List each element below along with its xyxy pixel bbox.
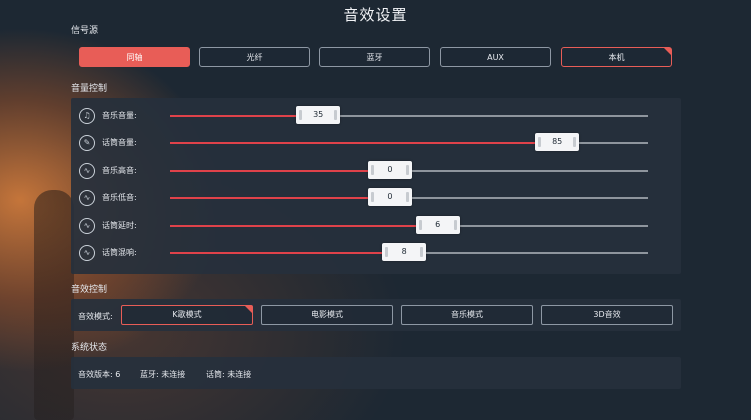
slider-thumb[interactable]: 0 [367,188,412,206]
section-title-volume: 音量控制 [71,84,108,94]
slider-thumb[interactable]: 85 [535,133,580,151]
mode-button-music[interactable]: 音乐模式 [401,305,533,325]
source-button-bluetooth[interactable]: 蓝牙 [319,47,430,67]
treble-wave-icon: ∿ [79,163,95,179]
volume-slider-row: ✎ 话筒音量: 85 [71,130,681,156]
source-button-label: 同轴 [126,53,143,62]
status-bluetooth: 蓝牙: 未连接 [140,370,186,379]
mode-button-label: K歌模式 [172,310,202,319]
section-title-source: 信号源 [71,26,99,36]
status-microphone: 话筒: 未连接 [206,370,252,379]
source-button-label: 光纤 [246,53,263,62]
source-button-local[interactable]: 本机 [561,47,672,67]
source-button-label: AUX [487,53,504,62]
mode-button-movie[interactable]: 电影模式 [261,305,393,325]
mode-button-label: 电影模式 [311,310,343,319]
slider-fill [170,142,558,144]
slider-fill [170,197,390,199]
slider-track[interactable] [170,115,648,117]
slider-thumb[interactable]: 0 [367,161,412,179]
source-button-label: 本机 [608,53,625,62]
volume-slider-label: 音乐音量: [102,111,137,120]
volume-slider-label: 话筒延时: [102,221,137,230]
volume-slider-row: ∿ 话筒混响: 8 [71,240,681,266]
bass-wave-icon: ∿ [79,190,95,206]
microphone-icon: ✎ [79,135,95,151]
mode-button-3d[interactable]: 3D音效 [541,305,673,325]
delay-wave-icon: ∿ [79,218,95,234]
source-button-optical[interactable]: 光纤 [199,47,310,67]
section-title-status: 系统状态 [71,343,108,353]
slider-fill [170,170,390,172]
status-panel: 音效版本: 6 蓝牙: 未连接 话筒: 未连接 [71,357,681,389]
volume-slider-row: ∿ 话筒延时: 6 [71,213,681,239]
volume-slider-label: 音乐高音: [102,166,137,175]
volume-slider-label: 音乐低音: [102,193,137,202]
volume-slider-row: ∿ 音乐低音: 0 [71,185,681,211]
volume-slider-label: 话筒音量: [102,138,137,147]
selected-corner-marker [664,48,671,55]
volume-panel: ♫ 音乐音量: 35 ✎ 话筒音量: 85 ∿ 音乐高音: 0 ∿ 音乐低音: 0 ∿ 话筒延时: 6 ∿ 话筒… [71,98,681,274]
slider-thumb[interactable]: 6 [415,216,460,234]
source-button-aux[interactable]: AUX [440,47,551,67]
mode-button-label: 3D音效 [593,310,621,319]
source-button-coaxial[interactable]: 同轴 [79,47,190,67]
volume-slider-label: 话筒混响: [102,248,137,257]
source-button-label: 蓝牙 [366,53,383,62]
music-note-icon: ♫ [79,108,95,124]
effect-panel: 音效模式: K歌模式 电影模式 音乐模式 3D音效 [71,299,681,331]
reverb-wave-icon: ∿ [79,245,95,261]
volume-slider-row: ♫ 音乐音量: 35 [71,103,681,129]
volume-slider-row: ∿ 音乐高音: 0 [71,158,681,184]
selected-corner-marker [245,306,252,313]
effect-mode-label: 音效模式: [78,312,113,321]
slider-fill [170,225,438,227]
background-singer-silhouette [34,190,74,420]
slider-track[interactable] [170,225,648,227]
section-title-effect: 音效控制 [71,285,108,295]
mode-button-karaoke[interactable]: K歌模式 [121,305,253,325]
page-title: 音效设置 [343,6,408,24]
status-effect-version: 音效版本: 6 [78,370,121,379]
slider-fill [170,252,405,254]
slider-thumb[interactable]: 8 [382,243,427,261]
mode-button-label: 音乐模式 [451,310,483,319]
slider-thumb[interactable]: 35 [296,106,341,124]
